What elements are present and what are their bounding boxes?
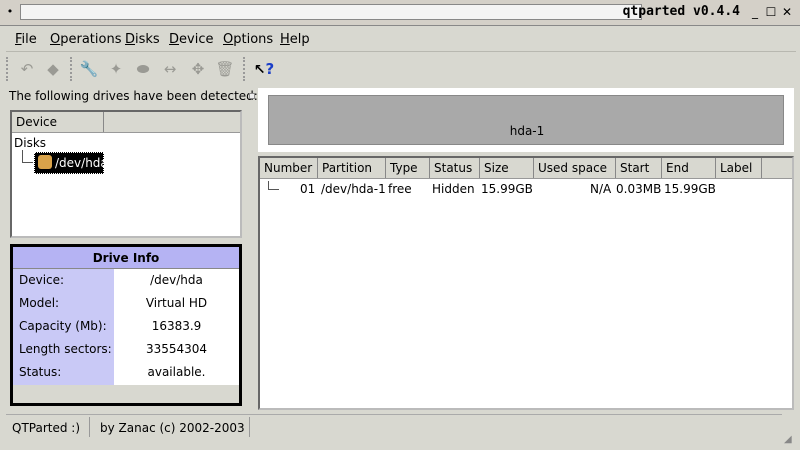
- toolbar-grip[interactable]: [6, 57, 13, 81]
- menu-bar: File Operations Disks Device Options Hel…: [6, 28, 796, 52]
- cell-status: Hidden: [432, 182, 475, 196]
- drive-info-row: Device:/dev/hda: [19, 273, 203, 287]
- menu-disks[interactable]: Disks: [125, 32, 160, 47]
- status-bar: QTParted :) by Zanac (c) 2002-2003: [6, 414, 782, 438]
- cell-start: 0.03MB: [616, 182, 662, 196]
- column-size[interactable]: Size: [480, 158, 534, 178]
- detected-drives-label: The following drives have been detected:: [9, 89, 258, 103]
- column-number[interactable]: Number: [260, 158, 318, 178]
- column-type[interactable]: Type: [386, 158, 430, 178]
- cell-partition: /dev/hda-1: [321, 182, 386, 196]
- wrench-icon[interactable]: 🔧: [78, 59, 100, 79]
- undo-icon[interactable]: ↶: [16, 59, 38, 79]
- column-status[interactable]: Status: [430, 158, 480, 178]
- column-partition[interactable]: Partition: [318, 158, 386, 178]
- menu-options[interactable]: Options: [223, 32, 273, 47]
- row-tree-line: [268, 181, 279, 190]
- drive-info-panel: Drive Info Device:/dev/hda Model: Virtual…: [10, 244, 242, 406]
- tree-header: Device: [12, 112, 240, 133]
- title-bar[interactable]: • qtparted v0.4.4 _ ☐ ✕: [0, 0, 800, 26]
- status-app-name: QTParted :): [6, 417, 90, 437]
- drive-info-row: Status: available.: [19, 365, 206, 379]
- partition-table-header: Number Partition Type Status Size Used s…: [260, 158, 792, 179]
- column-label[interactable]: Label: [716, 158, 762, 178]
- resize-icon[interactable]: ↔: [159, 59, 181, 79]
- toolbar: ↶ ◆ 🔧 ✦ ⬬ ↔ ✥ 🗑 ↖?: [6, 54, 276, 84]
- cell-used-space: N/A: [590, 182, 612, 196]
- tree-branch-line: [22, 150, 33, 163]
- tree-column-device[interactable]: Device: [12, 112, 104, 132]
- partition-table: Number Partition Type Status Size Used s…: [258, 156, 794, 410]
- commit-icon[interactable]: ◆: [42, 59, 64, 79]
- menu-device[interactable]: Device: [169, 32, 213, 47]
- tree-root-disks[interactable]: Disks: [14, 136, 46, 150]
- column-start[interactable]: Start: [616, 158, 662, 178]
- hard-disk-icon: [38, 155, 52, 169]
- menu-operations[interactable]: Operations: [50, 32, 121, 47]
- title-bar-drag-area[interactable]: [20, 4, 642, 20]
- toolbar-grip[interactable]: [243, 57, 250, 81]
- window-title: qtparted v0.4.4: [622, 4, 740, 19]
- drive-info-row: Model: Virtual HD: [19, 296, 208, 310]
- cell-number: 01: [300, 182, 316, 196]
- drive-info-row: Length sectors: 33554304: [19, 342, 208, 356]
- table-row[interactable]: 01 /dev/hda-1 free Hidden 15.99GB N/A 0.…: [260, 179, 792, 197]
- tree-item-label: /dev/hda: [55, 156, 108, 170]
- column-end[interactable]: End: [662, 158, 716, 178]
- disk-graph: hda-1: [258, 88, 794, 152]
- column-used-space[interactable]: Used space: [534, 158, 616, 178]
- resize-grip-icon[interactable]: ◢: [784, 434, 796, 446]
- tree-column-empty[interactable]: [104, 112, 240, 132]
- cell-end: 15.99GB: [664, 182, 716, 196]
- drive-info-table: Device:/dev/hda Model: Virtual HD Capacit…: [13, 269, 239, 385]
- close-button[interactable]: ✕: [780, 5, 794, 19]
- partition-bar-hda-1[interactable]: hda-1: [268, 95, 784, 145]
- cell-type: free: [388, 182, 412, 196]
- maximize-button[interactable]: ☐: [764, 5, 778, 19]
- tree-item-dev-hda[interactable]: /dev/hda: [34, 152, 108, 174]
- trash-icon[interactable]: 🗑: [214, 59, 236, 79]
- partition-bar-label: hda-1: [509, 124, 545, 138]
- system-menu-button[interactable]: •: [2, 3, 18, 21]
- menu-help[interactable]: Help: [280, 32, 310, 47]
- whats-this-icon[interactable]: ↖?: [253, 59, 275, 79]
- cell-size: 15.99GB: [481, 182, 533, 196]
- drive-info-title: Drive Info: [13, 247, 239, 269]
- toolbar-grip[interactable]: [70, 57, 77, 81]
- minimize-button[interactable]: _: [748, 5, 762, 19]
- move-icon[interactable]: ✥: [187, 59, 209, 79]
- status-credit: by Zanac (c) 2002-2003: [94, 417, 250, 437]
- splitter-handle[interactable]: [249, 93, 255, 99]
- eraser-icon[interactable]: ⬬: [132, 59, 154, 79]
- drive-tree: Device Disks /dev/hda: [10, 110, 242, 238]
- menu-file[interactable]: File: [15, 32, 37, 47]
- new-partition-icon[interactable]: ✦: [105, 59, 127, 79]
- drive-info-row: Capacity (Mb): 16383.9: [19, 319, 202, 333]
